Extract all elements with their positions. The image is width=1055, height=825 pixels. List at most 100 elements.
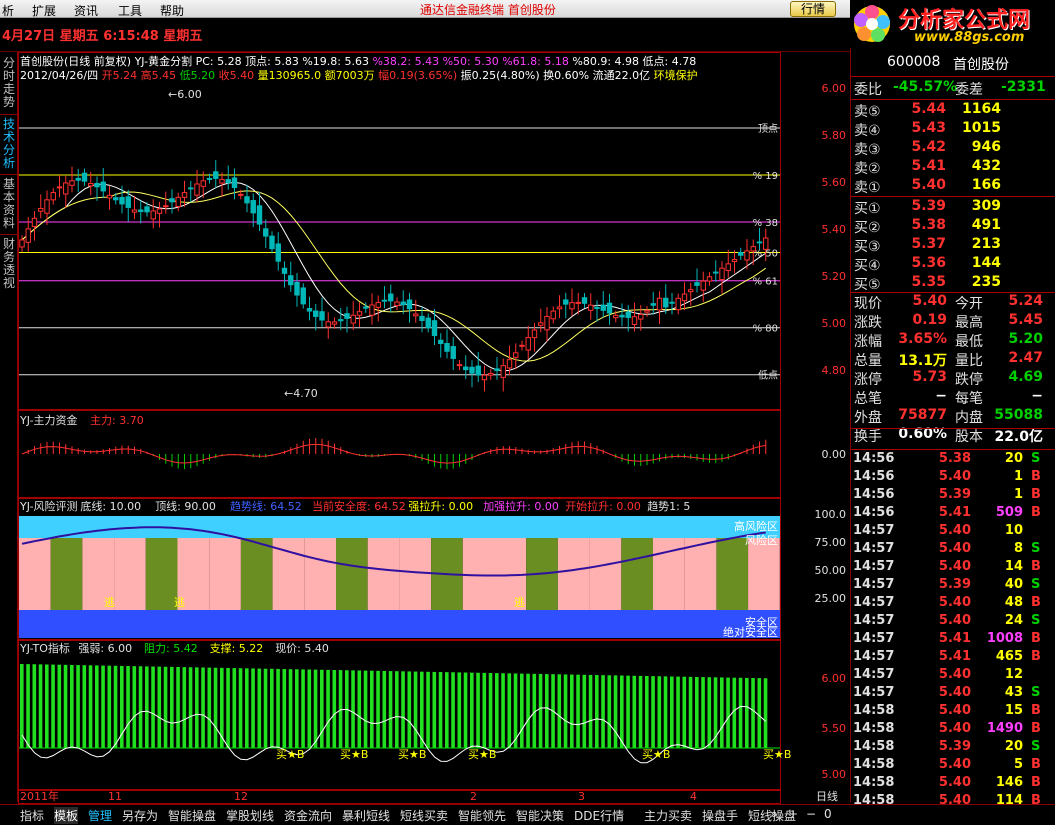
tick-price: 5.41	[938, 649, 971, 664]
bottom-control-3[interactable]: 0	[824, 807, 832, 821]
tick-volume: 1490	[986, 721, 1023, 736]
tick-price: 5.40	[938, 595, 971, 610]
bottom-control-1[interactable]: +	[788, 807, 798, 821]
stat-label: 外盘	[854, 410, 882, 426]
price-axis-tick: 6.00	[822, 82, 847, 95]
tick-price: 5.39	[938, 487, 971, 502]
to-bar	[538, 673, 543, 748]
bottom-control-2[interactable]: −	[806, 807, 816, 821]
tick-row: 14:58 5.40 146 B	[851, 775, 1055, 793]
bid-label: 买④	[854, 258, 881, 274]
tick-time: 14:57	[853, 577, 895, 592]
bottom-tab-1[interactable]: 模板	[54, 807, 79, 824]
bottom-tab-0[interactable]: 指标	[20, 807, 44, 824]
bottom-tab-8[interactable]: 短线买卖	[400, 807, 448, 824]
candle-body	[569, 302, 575, 310]
main-header-line2: 2012/04/26/四 开5.24 高5.45 低5.20 收5.40 量13…	[20, 67, 698, 83]
tick-side: B	[1031, 487, 1041, 502]
risk-band	[209, 538, 241, 610]
tab-intraday[interactable]: 分时走势	[1, 57, 17, 109]
candle-body	[256, 205, 263, 225]
to-bar	[732, 677, 737, 748]
to-bar	[701, 677, 705, 748]
bid-label: 买①	[854, 201, 881, 217]
stat-row: 外盘 75877 内盘 55088	[851, 407, 1055, 426]
bottom-tab-10[interactable]: 智能决策	[516, 807, 564, 824]
stat-label: 现价	[854, 296, 882, 312]
to-bar	[757, 678, 762, 748]
candle-body	[438, 339, 444, 345]
ask-row: 卖③ 5.42 946	[851, 139, 1055, 158]
candle-body	[206, 177, 213, 180]
tab-finance[interactable]: 财务透视	[1, 238, 17, 290]
tick-row: 14:57 5.40 48 B	[851, 595, 1055, 613]
to-bar	[595, 675, 599, 748]
bottom-control-0[interactable]: »	[770, 807, 777, 821]
tick-time: 14:57	[853, 649, 895, 664]
menu-item-4[interactable]: 帮助	[160, 2, 184, 19]
quote-button[interactable]: 行情	[790, 1, 836, 17]
period-label[interactable]: 日线	[816, 789, 838, 803]
risk-axis-tick: 25.00	[815, 592, 847, 605]
bottom-tab-9[interactable]: 智能领先	[458, 807, 506, 824]
to-bar	[451, 672, 455, 748]
candle-body	[319, 311, 325, 321]
funds-title: YJ-主力资金	[19, 413, 78, 427]
to-bar	[276, 668, 280, 748]
bottom-tab-5[interactable]: 掌股划线	[226, 807, 274, 824]
to-bar	[238, 668, 243, 748]
candle-body	[25, 228, 31, 243]
menu-item-3[interactable]: 工具	[118, 2, 142, 19]
risk-band	[145, 538, 178, 610]
candle-body	[244, 196, 250, 204]
bottom-tab-13[interactable]: 操盘手	[702, 807, 738, 824]
bottom-tab-11[interactable]: DDE行情	[574, 807, 624, 824]
candle-body	[494, 368, 500, 371]
to-bar	[432, 671, 437, 748]
candle-body	[656, 297, 663, 311]
menu-item-0[interactable]: 析	[2, 2, 14, 19]
divider	[851, 428, 1055, 429]
to-bar	[726, 677, 730, 748]
candle-body	[713, 271, 719, 274]
bottom-tab-6[interactable]: 资金流向	[284, 807, 332, 824]
tick-price: 5.40	[938, 667, 971, 682]
tick-side: S	[1031, 451, 1041, 466]
to-bar	[607, 675, 612, 748]
to-header-field: 现价: 5.40	[275, 642, 329, 655]
candle-body	[131, 209, 138, 213]
tick-volume: 5	[1013, 757, 1023, 772]
to-bar	[395, 671, 399, 748]
candle-body	[694, 282, 700, 286]
menu-item-2[interactable]: 资讯	[74, 2, 98, 19]
bottom-tab-7[interactable]: 暴利短线	[342, 807, 390, 824]
candle-body	[269, 235, 275, 250]
stat-value: 13.1万	[898, 353, 947, 369]
bottom-tab-12[interactable]: 主力买卖	[644, 807, 692, 824]
tab-technical[interactable]: 技术分析	[1, 118, 17, 170]
tick-row: 14:56 5.38 20 S	[851, 451, 1055, 469]
candle-body	[650, 303, 656, 306]
candle-body	[50, 192, 56, 201]
candle-body	[519, 344, 525, 347]
menu-item-1[interactable]: 扩展	[32, 2, 56, 19]
to-bar	[295, 669, 299, 748]
risk-band	[589, 538, 622, 610]
bottom-tab-3[interactable]: 另存为	[122, 807, 158, 824]
to-header-field: YJ-TO指标	[19, 641, 70, 655]
tick-volume: 465	[995, 649, 1023, 664]
candle-body	[463, 366, 469, 371]
ask-volume: 1015	[962, 120, 1001, 136]
to-bar	[307, 669, 312, 748]
chart-area[interactable]: 顶点% 19% 38% 50% 61% 80低点6.005.805.605.40…	[18, 52, 850, 804]
bottom-tab-4[interactable]: 智能操盘	[168, 807, 216, 824]
bottom-tab-2[interactable]: 管理	[88, 807, 112, 824]
to-bar	[620, 675, 624, 748]
tab-basic-info[interactable]: 基本资料	[1, 178, 17, 230]
weibi-label: 委比	[854, 82, 882, 98]
risk-header-field: 底线: 10.00	[80, 499, 141, 513]
bid-row: 买② 5.38 491	[851, 217, 1055, 236]
tick-side: B	[1031, 721, 1041, 736]
tick-price: 5.39	[938, 577, 971, 592]
tick-price: 5.40	[938, 757, 971, 772]
